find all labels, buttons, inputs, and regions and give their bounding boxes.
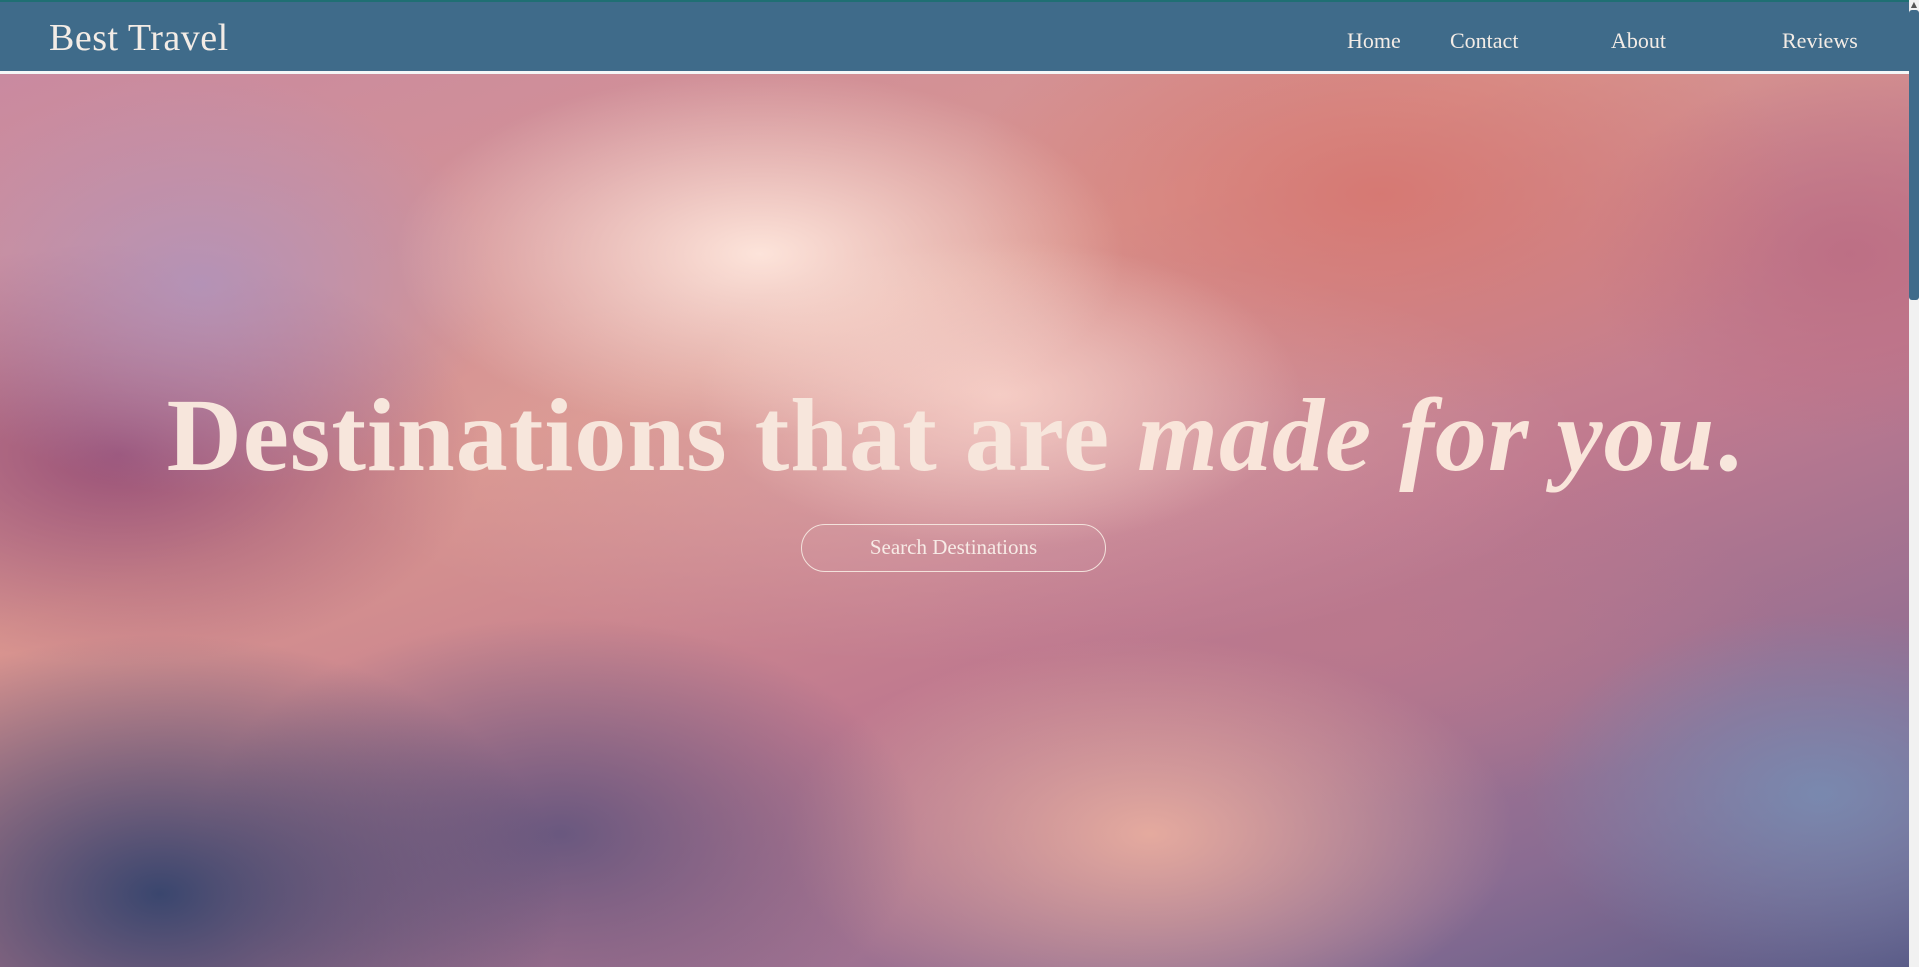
page: Best Travel Home Contact About Reviews D… — [0, 0, 1919, 967]
headline-text: Destinations that are — [166, 378, 1138, 493]
search-destinations-button[interactable]: Search Destinations — [801, 524, 1106, 572]
nav-home-link[interactable]: Home — [1347, 28, 1401, 54]
nav-about-link[interactable]: About — [1611, 28, 1666, 54]
nav-contact-link[interactable]: Contact — [1450, 28, 1518, 54]
headline-emphasis: made for you — [1137, 378, 1716, 493]
vertical-scrollbar[interactable]: ▲ — [1909, 0, 1919, 967]
hero-background-overlay — [0, 74, 1909, 967]
top-navbar: Best Travel Home Contact About Reviews — [0, 0, 1909, 74]
caret-up-icon[interactable]: ▲ — [1909, 0, 1919, 10]
hero-headline: Destinations that are made for you. — [0, 384, 1909, 488]
hero-section: Destinations that are made for you. Sear… — [0, 74, 1909, 967]
scrollbar-thumb[interactable] — [1909, 10, 1919, 300]
headline-period: . — [1715, 378, 1743, 493]
brand-logo[interactable]: Best Travel — [49, 16, 229, 60]
nav-reviews-link[interactable]: Reviews — [1782, 28, 1858, 54]
